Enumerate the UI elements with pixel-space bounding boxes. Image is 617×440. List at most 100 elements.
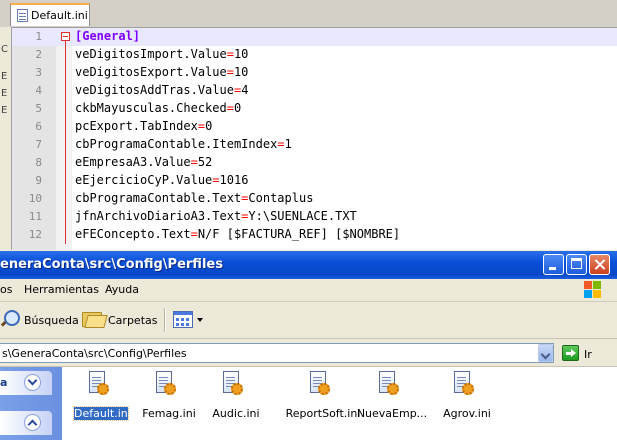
file-view[interactable]: a Default.ini Femag.ini Audic.ini ReportSof… [0, 367, 617, 440]
line-number: 12 [28, 228, 42, 241]
minimize-button[interactable] [543, 254, 564, 275]
section-header: [General] [75, 29, 141, 43]
line-number: 1 [35, 30, 42, 43]
code-line[interactable]: 3 veDigitosExport.Value=10 [12, 64, 617, 82]
views-icon [173, 311, 193, 328]
code-text: veDigitosImport.Value=10 [75, 47, 248, 61]
fold-line [65, 226, 66, 244]
token: jfnArchivoDiarioA3.Text [75, 209, 242, 223]
edge-mark: E [1, 105, 8, 116]
address-input[interactable]: s\GeneraConta\src\Config\Perfiles [0, 343, 554, 363]
file-name: Audic.ini [212, 407, 260, 420]
editor-tab-bar: Default.ini [0, 0, 617, 28]
file-name: Agrov.ini [443, 407, 491, 420]
code-line[interactable]: 11 jfnArchivoDiarioA3.Text=Y:\SUENLACE.TX… [12, 208, 617, 226]
line-number: 7 [35, 138, 42, 151]
task-pane-header[interactable] [0, 411, 52, 435]
explorer-window: eneraConta\src\Config\Perfiles os Herram… [0, 251, 617, 440]
fold-line [65, 118, 66, 136]
editor-tab-label: Default.ini [31, 9, 88, 22]
address-dropdown-button[interactable] [538, 344, 553, 362]
line-number: 10 [28, 192, 42, 205]
line-number: 2 [35, 48, 42, 61]
code-line[interactable]: 2 veDigitosImport.Value=10 [12, 46, 617, 64]
file-item[interactable]: ReportSoft.ini [283, 367, 363, 437]
file-item[interactable]: NuevaEmp... [352, 367, 432, 437]
address-bar: s\GeneraConta\src\Config\Perfiles Ir [0, 340, 617, 367]
folders-icon[interactable] [82, 310, 108, 328]
operator: = [226, 47, 234, 61]
chevron-up-icon[interactable] [24, 414, 41, 431]
token: 0 [233, 101, 242, 115]
menu-help[interactable]: Ayuda [105, 283, 139, 296]
token: eFEConcepto.Text [75, 227, 191, 241]
task-pane-header-label: a [0, 376, 8, 389]
token: N/F [$FACTURA_REF] [$NOMBRE] [197, 227, 401, 241]
document-icon [17, 9, 28, 22]
views-button[interactable] [171, 309, 203, 331]
ini-file-icon [377, 371, 399, 399]
code-line[interactable]: 12 eFEConcepto.Text=N/F [$FACTURA_REF] [$… [12, 226, 617, 244]
token: 52 [197, 155, 213, 169]
go-button[interactable]: Ir [584, 348, 592, 361]
fold-line [65, 100, 66, 118]
go-arrow-icon[interactable] [562, 345, 579, 361]
editor-tab-default-ini[interactable]: Default.ini [10, 3, 90, 26]
token: cbProgramaContable.Text [75, 191, 242, 205]
code-text: jfnArchivoDiarioA3.Text=Y:\SUENLACE.TXT [75, 209, 357, 223]
code-line[interactable]: 4 veDigitosAddTras.Value=4 [12, 82, 617, 100]
operator: = [190, 227, 198, 241]
token: 0 [205, 119, 213, 133]
token: veDigitosExport.Value [75, 65, 227, 79]
code-line[interactable]: 7 cbProgramaContable.ItemIndex=1 [12, 136, 617, 154]
operator: = [226, 101, 234, 115]
search-icon[interactable] [0, 308, 22, 330]
token: 4 [241, 83, 249, 97]
token: 1016 [219, 173, 249, 187]
token: veDigitosAddTras.Value [75, 83, 234, 97]
editor-window: Default.ini C E E E 1 [General] 2 veDigitos… [0, 0, 617, 250]
menu-favorites[interactable]: os [0, 283, 12, 296]
windows-logo-icon [584, 281, 602, 299]
line-number: 9 [35, 174, 42, 187]
ini-file-icon [452, 371, 474, 399]
close-button[interactable] [589, 254, 610, 275]
chevron-down-icon[interactable] [24, 374, 41, 391]
code-text: pcExport.TabIndex=0 [75, 119, 212, 133]
code-line[interactable]: 10 cbProgramaContable.Text=Contaplus [12, 190, 617, 208]
title-bar[interactable]: eneraConta\src\Config\Perfiles [0, 251, 617, 279]
fold-line [65, 64, 66, 82]
menu-bar: os Herramientas Ayuda [0, 279, 617, 302]
code-text: veDigitosExport.Value=10 [75, 65, 248, 79]
file-item[interactable]: Audic.ini [196, 367, 276, 437]
fold-line [65, 190, 66, 208]
code-line[interactable]: 9 eEjercicioCyP.Value=1016 [12, 172, 617, 190]
dropdown-arrow-icon [197, 318, 203, 322]
folders-button[interactable]: Carpetas [108, 314, 157, 327]
code-line[interactable]: 8 eEmpresaA3.Value=52 [12, 154, 617, 172]
line-number: 5 [35, 102, 42, 115]
code-line[interactable]: 5 ckbMayusculas.Checked=0 [12, 100, 617, 118]
fold-line [65, 172, 66, 190]
code-line[interactable]: 6 pcExport.TabIndex=0 [12, 118, 617, 136]
maximize-button[interactable] [566, 254, 587, 275]
search-button[interactable]: Búsqueda [24, 314, 79, 327]
fold-line [65, 154, 66, 172]
token: 10 [233, 47, 249, 61]
edge-mark: E [1, 71, 8, 82]
token: 1 [284, 137, 292, 151]
menu-tools[interactable]: Herramientas [24, 283, 99, 296]
code-line[interactable]: 1 [General] [12, 28, 617, 46]
code-text: cbProgramaContable.Text=Contaplus [75, 191, 313, 205]
line-number: 11 [28, 210, 42, 223]
toolbar-separator [164, 308, 166, 332]
token: Y:\SUENLACE.TXT [248, 209, 357, 223]
edge-mark: E [1, 88, 8, 99]
line-number: 3 [35, 66, 42, 79]
task-pane-header[interactable]: a [0, 371, 52, 395]
task-pane: a [0, 367, 62, 440]
operator: = [197, 119, 206, 133]
ini-file-icon [87, 371, 109, 399]
fold-collapse-icon[interactable] [61, 32, 70, 41]
file-item[interactable]: Agrov.ini [427, 367, 507, 437]
